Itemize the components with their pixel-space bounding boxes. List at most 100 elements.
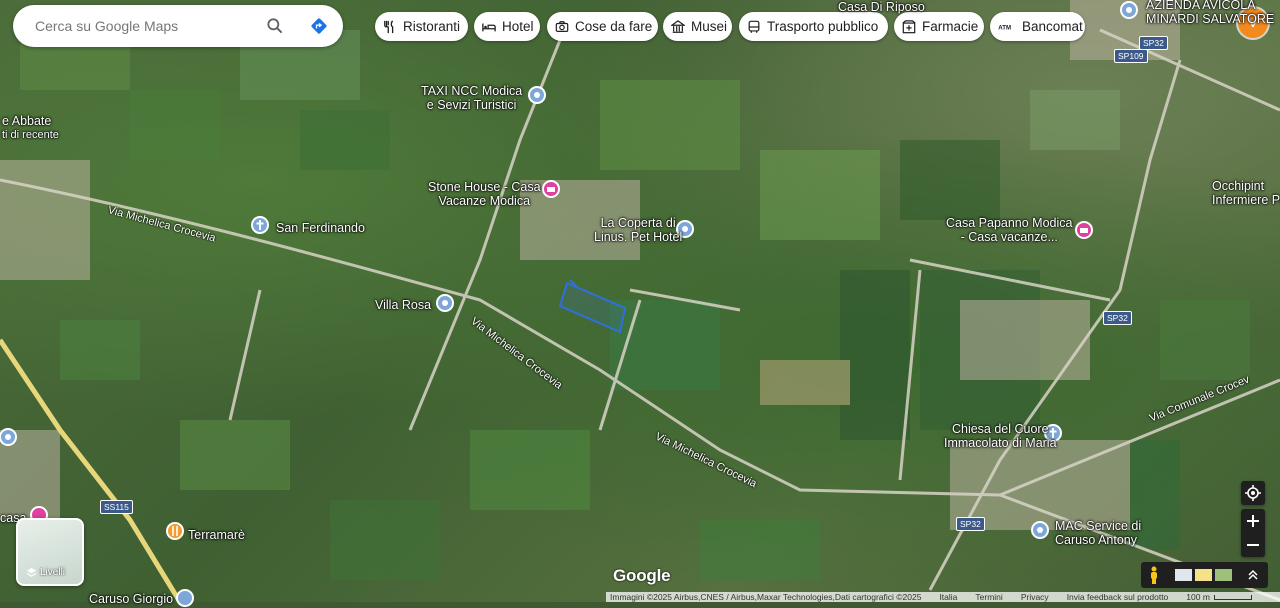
label-villa-rosa[interactable]: Villa Rosa [375, 298, 431, 312]
layers-label: Livelli [26, 567, 65, 578]
road-shield-sp32: SP32 [956, 517, 985, 531]
chip-bancomat[interactable]: ATM Bancomat [990, 12, 1085, 41]
camera-icon [555, 20, 569, 32]
chip-label: Cose da fare [575, 19, 653, 34]
satellite-map[interactable] [0, 0, 1280, 602]
label-line: ti di recente [2, 129, 59, 141]
label-mac-service[interactable]: MAC Service di Caruso Antony [1055, 519, 1141, 547]
label-line: Caruso Antony [1055, 533, 1137, 547]
zoom-out-button[interactable] [1241, 533, 1265, 557]
label-chiesa-cuore[interactable]: Chiesa del Cuore Immacolato di Maria [944, 422, 1057, 450]
imagery-credit: Immagini ©2025 Airbus,CNES / Airbus,Maxa… [610, 592, 922, 602]
taxi-pin-icon[interactable] [527, 85, 547, 105]
terms-link[interactable]: Termini [975, 592, 1002, 602]
label-caruso-giorgio[interactable]: Caruso Giorgio [89, 592, 173, 606]
my-location-button[interactable] [1241, 481, 1265, 505]
region-link[interactable]: Italia [939, 592, 957, 602]
museum-icon [671, 19, 685, 33]
scale-bar[interactable]: 100 m [1186, 592, 1252, 602]
place-pin-icon[interactable] [0, 427, 18, 447]
search-box[interactable] [13, 5, 343, 47]
label-line: MAC Service di [1055, 519, 1142, 533]
label-line: TAXI NCC Modica [421, 84, 523, 98]
label-line: Immacolato di Maria [944, 436, 1057, 450]
bus-icon [748, 20, 760, 33]
expand-up-icon[interactable] [1247, 569, 1259, 581]
label-line: Chiesa del Cuore [951, 422, 1049, 436]
label-line: MINARDI SALVATORE [1146, 12, 1275, 26]
label-line: AZIENDA AVICOLA [1146, 0, 1256, 12]
fork-knife-icon [384, 19, 394, 33]
search-input[interactable] [33, 17, 257, 35]
map-bottom-bar [1141, 562, 1268, 588]
label-san-ferdinando[interactable]: San Ferdinando [276, 221, 365, 235]
google-logo: Google [613, 566, 671, 585]
lodging-pin-icon[interactable] [541, 179, 561, 199]
label-line: e Abbate [2, 114, 52, 128]
label-occhipinti[interactable]: Occhipint Infermiere Profes [1212, 179, 1280, 207]
label-line: Occhipint [1212, 179, 1265, 193]
zoom-controls [1241, 509, 1265, 557]
feedback-link[interactable]: Invia feedback sul prodotto [1067, 592, 1169, 602]
plus-icon [1247, 515, 1259, 527]
chip-label: Ristoranti [403, 19, 461, 34]
chip-label: Hotel [502, 19, 534, 34]
chip-label: Bancomat [1022, 19, 1083, 34]
label-stone-house[interactable]: Stone House - Casa Vacanze Modica [428, 180, 541, 208]
map-features [0, 0, 1280, 602]
chip-label: Trasporto pubblico [767, 19, 879, 34]
lodging-pin-icon[interactable] [1074, 220, 1094, 240]
label-taxi-ncc[interactable]: TAXI NCC Modica e Sevizi Turistici [421, 84, 522, 112]
zoom-in-button[interactable] [1241, 509, 1265, 533]
imagery-thumbnails-icon[interactable] [1175, 568, 1235, 582]
minus-icon [1247, 544, 1259, 546]
atm-icon: ATM [998, 24, 1011, 31]
label-line: Vacanze Modica [438, 194, 531, 208]
layers-icon [26, 567, 37, 577]
service-pin-icon[interactable] [1030, 520, 1050, 540]
villa-pin-icon[interactable] [435, 293, 455, 313]
bed-icon [482, 23, 496, 31]
road-shield-sp32: SP32 [1103, 311, 1132, 325]
label-line: Casa Papanno Modica [946, 216, 1073, 230]
label-line: Infermiere Profes [1212, 193, 1280, 207]
chip-label: Farmacie [922, 19, 979, 34]
svg-text:ATM: ATM [998, 24, 1011, 31]
label-line: - Casa vacanze... [960, 230, 1058, 244]
church-pin-icon[interactable] [250, 215, 270, 235]
chip-trasporto-pubblico[interactable]: Trasporto pubblico [739, 12, 888, 41]
road-shield-ss115: SS115 [100, 500, 133, 514]
label-line: La Coperta di [600, 216, 676, 230]
label-line: Stone House - Casa [428, 180, 541, 194]
scale-label: 100 m [1186, 592, 1210, 602]
pegman-icon[interactable] [1147, 566, 1161, 584]
privacy-link[interactable]: Privacy [1021, 592, 1049, 602]
label-casa-papanno[interactable]: Casa Papanno Modica - Casa vacanze... [946, 216, 1072, 244]
chip-label: Musei [691, 19, 728, 34]
search-icon[interactable] [265, 16, 285, 36]
business-pin-icon[interactable] [1119, 0, 1139, 20]
chip-ristoranti[interactable]: Ristoranti [375, 12, 468, 41]
road-shield-sp109: SP109 [1114, 49, 1148, 63]
chip-hotel[interactable]: Hotel [474, 12, 540, 41]
label-casa-di-riposo[interactable]: Casa Di Riposo [838, 0, 925, 14]
scale-line [1213, 594, 1252, 600]
label-azienda-avicola[interactable]: AZIENDA AVICOLA MINARDI SALVATORE [1146, 0, 1274, 26]
place-pin-icon[interactable] [175, 588, 195, 608]
chip-farmacie[interactable]: Farmacie [894, 12, 984, 41]
directions-icon[interactable] [309, 16, 329, 36]
chip-cose-da-fare[interactable]: Cose da fare [547, 12, 658, 41]
label-abbate[interactable]: e Abbate ti di recente [2, 114, 59, 142]
restaurant-pin-icon[interactable] [165, 521, 185, 541]
chip-musei[interactable]: Musei [663, 12, 732, 41]
road-shield-sp32: SP32 [1139, 36, 1168, 50]
label-line: Linus. Pet Hotel [594, 230, 683, 244]
label-terramare[interactable]: Terramarè [188, 528, 245, 542]
label-line: e Sevizi Turistici [426, 98, 517, 112]
layers-button[interactable]: Livelli [16, 518, 84, 586]
layers-text: Livelli [40, 567, 66, 578]
attribution-bar: Immagini ©2025 Airbus,CNES / Airbus,Maxa… [606, 592, 1280, 602]
label-la-coperta[interactable]: La Coperta di Linus. Pet Hotel [594, 216, 682, 244]
pharmacy-icon [902, 19, 916, 33]
my-location-icon [1245, 485, 1261, 501]
